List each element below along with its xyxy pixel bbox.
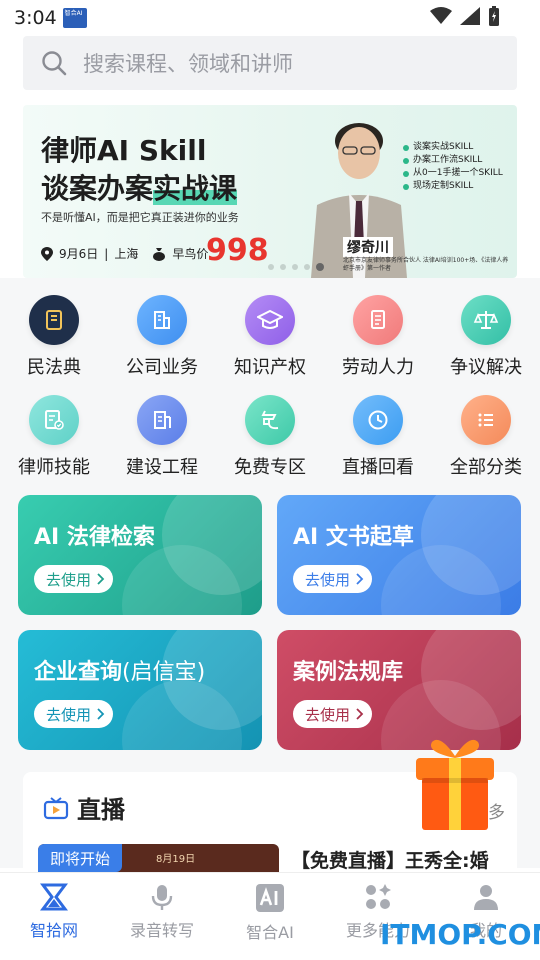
category-replay[interactable]: 直播回看 bbox=[324, 395, 432, 495]
construction-icon bbox=[137, 395, 187, 445]
tab-label: 智拾网 bbox=[29, 921, 78, 940]
banner-tagline: 不是听懂AI，而是把它真正装进你的业务 bbox=[41, 211, 239, 224]
card-title: AI 文书起草 bbox=[293, 525, 414, 550]
speaker-name: 缪奇川 bbox=[343, 237, 393, 257]
banner-event-info: 9月6日 | 上海 早鸟价 bbox=[41, 245, 208, 262]
search-bar[interactable]: 搜索课程、领域和讲师 bbox=[23, 36, 517, 90]
banner-dot bbox=[304, 264, 310, 270]
live-status-badge: 即将开始 bbox=[38, 844, 123, 872]
profile-icon bbox=[474, 885, 498, 910]
search-icon bbox=[42, 51, 67, 76]
category-company[interactable]: 公司业务 bbox=[108, 295, 216, 395]
category-all[interactable]: 全部分类 bbox=[432, 395, 540, 495]
free-icon bbox=[245, 395, 295, 445]
location-pin-icon bbox=[41, 246, 53, 261]
microphone-icon bbox=[151, 885, 173, 910]
live-section-title: 直播 bbox=[77, 796, 125, 824]
category-labor[interactable]: 劳动人力 bbox=[324, 295, 432, 395]
book-icon bbox=[29, 295, 79, 345]
category-grid: 民法典 公司业务 知识产权 劳动人力 争议解决 律师技能 建设工程 免费专区 直… bbox=[0, 295, 540, 495]
banner-dot bbox=[280, 264, 286, 270]
banner-skill-item: 现场定制SKILL bbox=[403, 180, 503, 193]
ai-icon bbox=[256, 884, 284, 912]
ai-legal-search-card[interactable]: AI 法律检索 去使用 bbox=[18, 495, 262, 615]
watermark: ITMOP.COM bbox=[380, 918, 540, 951]
money-bag-icon bbox=[153, 247, 166, 261]
graduation-cap-icon bbox=[245, 295, 295, 345]
use-button[interactable]: 去使用 bbox=[34, 565, 114, 593]
battery-icon bbox=[489, 6, 499, 26]
category-label: 全部分类 bbox=[450, 457, 522, 478]
use-button[interactable]: 去使用 bbox=[34, 700, 114, 728]
category-label: 争议解决 bbox=[450, 357, 522, 378]
category-label: 免费专区 bbox=[234, 457, 306, 478]
tab-home[interactable]: 智拾网 bbox=[0, 873, 108, 960]
banner-title: 律师AI Skill bbox=[41, 134, 207, 167]
banner-dot bbox=[268, 264, 274, 270]
card-title: 企业查询(启信宝) bbox=[34, 660, 206, 685]
chevron-right-icon bbox=[97, 573, 105, 585]
promo-banner[interactable]: 律师AI Skill 谈案办案实战课 不是听懂AI，而是把它真正装进你的业务 9… bbox=[23, 105, 517, 278]
category-free[interactable]: 免费专区 bbox=[216, 395, 324, 495]
live-item-title[interactable]: 【免费直播】王秀全:婚 bbox=[291, 846, 511, 873]
enterprise-query-card[interactable]: 企业查询(启信宝) 去使用 bbox=[18, 630, 262, 750]
banner-city: 上海 bbox=[114, 247, 139, 261]
banner-subtitle-line: 谈案办案实战课 bbox=[41, 172, 238, 205]
tab-label: 智合AI bbox=[246, 923, 294, 942]
tab-ai[interactable]: 智合AI bbox=[216, 873, 324, 960]
banner-skill-item: 谈案实战SKILL bbox=[403, 141, 503, 154]
wifi-icon bbox=[430, 7, 452, 24]
banner-date: 9月6日 bbox=[59, 247, 99, 261]
tab-label: 录音转写 bbox=[129, 921, 194, 940]
card-title: 案例法规库 bbox=[293, 660, 404, 685]
case-law-library-card[interactable]: 案例法规库 去使用 bbox=[277, 630, 521, 750]
banner-dot bbox=[292, 264, 298, 270]
building-icon bbox=[137, 295, 187, 345]
card-title: AI 法律检索 bbox=[34, 525, 155, 550]
category-label: 知识产权 bbox=[234, 357, 306, 378]
use-button[interactable]: 去使用 bbox=[293, 565, 373, 593]
clock-icon bbox=[353, 395, 403, 445]
status-time: 3:04 bbox=[14, 7, 57, 29]
app-notification-icon: 智合AI bbox=[62, 8, 87, 28]
cell-signal-icon bbox=[460, 7, 480, 25]
checklist-icon bbox=[29, 395, 79, 445]
tab-transcribe[interactable]: 录音转写 bbox=[108, 873, 216, 960]
status-bar: 3:04 智合AI bbox=[0, 0, 540, 36]
search-placeholder: 搜索课程、领域和讲师 bbox=[83, 52, 293, 76]
tv-icon bbox=[43, 797, 69, 820]
banner-pagination bbox=[268, 263, 324, 271]
chevron-right-icon bbox=[97, 708, 105, 720]
banner-skill-list: 谈案实战SKILL 办案工作流SKILL 从0一1手搓一个SKILL 现场定制S… bbox=[403, 141, 503, 193]
live-thumb-date: 8月19日 bbox=[156, 854, 196, 865]
category-dispute[interactable]: 争议解决 bbox=[432, 295, 540, 395]
document-icon bbox=[353, 295, 403, 345]
category-lawyer-skills[interactable]: 律师技能 bbox=[0, 395, 108, 495]
scales-icon bbox=[461, 295, 511, 345]
gift-box-icon[interactable] bbox=[412, 734, 498, 834]
use-button[interactable]: 去使用 bbox=[293, 700, 373, 728]
list-icon bbox=[461, 395, 511, 445]
chevron-right-icon bbox=[356, 708, 364, 720]
speaker-description: 北京市京友律师事务所合伙人 法律AI培训100+场、《法律人养虾手册》第一作者 bbox=[343, 257, 509, 272]
category-label: 劳动人力 bbox=[342, 357, 414, 378]
category-label: 公司业务 bbox=[126, 357, 198, 378]
category-ip[interactable]: 知识产权 bbox=[216, 295, 324, 395]
chevron-right-icon bbox=[356, 573, 364, 585]
category-label: 民法典 bbox=[27, 357, 81, 378]
apps-icon bbox=[366, 884, 391, 909]
banner-early-bird: 早鸟价 bbox=[172, 247, 209, 261]
banner-skill-item: 从0一1手搓一个SKILL bbox=[403, 167, 503, 180]
category-label: 建设工程 bbox=[126, 457, 198, 478]
banner-skill-item: 办案工作流SKILL bbox=[403, 154, 503, 167]
category-label: 直播回看 bbox=[342, 457, 414, 478]
hourglass-icon bbox=[40, 883, 68, 911]
category-label: 律师技能 bbox=[18, 457, 90, 478]
banner-dot-active bbox=[316, 263, 324, 271]
ai-document-drafting-card[interactable]: AI 文书起草 去使用 bbox=[277, 495, 521, 615]
banner-price: 998 bbox=[206, 233, 269, 268]
category-civil-code[interactable]: 民法典 bbox=[0, 295, 108, 395]
category-construction[interactable]: 建设工程 bbox=[108, 395, 216, 495]
